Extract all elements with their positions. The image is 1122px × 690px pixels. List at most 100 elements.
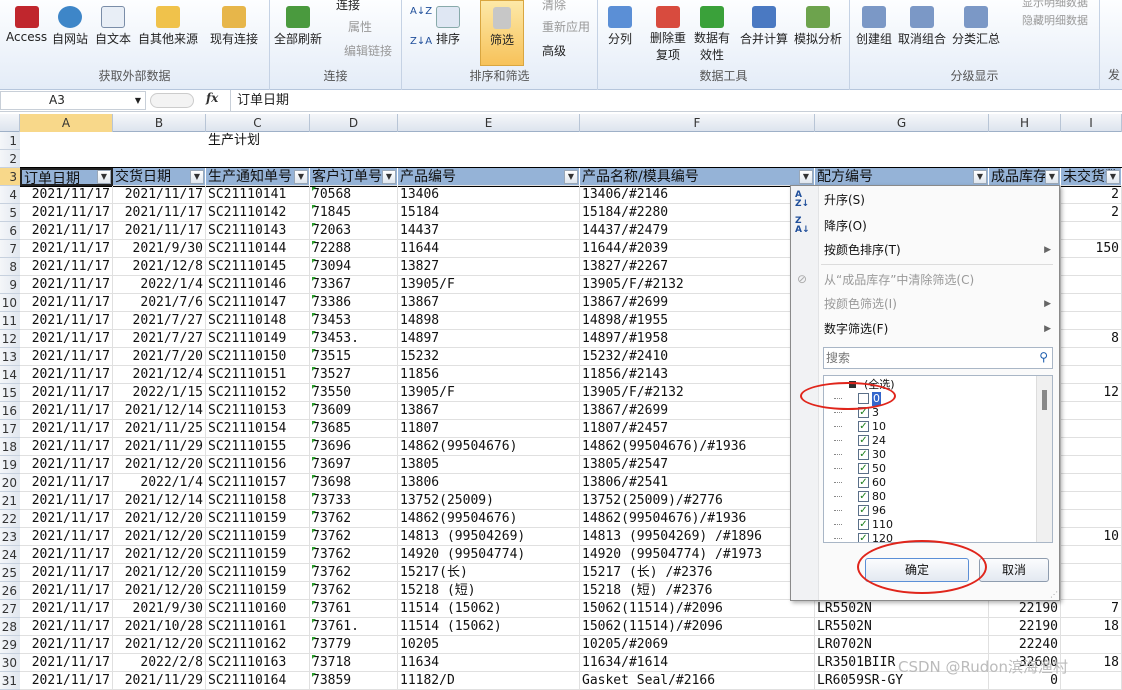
table-cell[interactable]: 11807/#2457	[580, 420, 815, 438]
table-cell[interactable]: 15217(长)	[398, 564, 580, 582]
row-header[interactable]: 9	[0, 276, 20, 294]
access-button[interactable]: Access	[6, 6, 47, 44]
column-header-f[interactable]: F	[580, 114, 815, 132]
refresh-all-button[interactable]: 全部刷新	[274, 6, 322, 47]
scrollbar-thumb[interactable]	[1042, 390, 1047, 410]
row-header[interactable]: 31	[0, 672, 20, 690]
table-cell[interactable]: 2021/11/17	[20, 276, 113, 294]
table-cell[interactable]: SC21110146	[206, 276, 310, 294]
row-header[interactable]: 8	[0, 258, 20, 276]
title-cell[interactable]: 生产计划	[206, 132, 406, 150]
table-cell[interactable]: 2021/11/17	[20, 492, 113, 510]
table-cell[interactable]: 14813 (99504269)	[398, 528, 580, 546]
table-cell[interactable]: 73762	[310, 582, 398, 600]
table-cell[interactable]: 73698	[310, 474, 398, 492]
table-cell[interactable]: 13805	[398, 456, 580, 474]
table-cell[interactable]: 73696	[310, 438, 398, 456]
connections-link[interactable]: 连接	[336, 0, 360, 13]
table-cell[interactable]: 2021/11/25	[113, 420, 206, 438]
ungroup-button[interactable]: 取消组合	[898, 6, 946, 47]
filter-dropdown-icon[interactable]: ▼	[1045, 170, 1059, 184]
table-cell[interactable]: SC21110159	[206, 528, 310, 546]
table-cell[interactable]: 2021/11/17	[20, 204, 113, 222]
table-cell[interactable]: 2021/11/17	[20, 438, 113, 456]
group-button[interactable]: 创建组	[856, 6, 892, 47]
table-cell[interactable]: 13752(25009)	[398, 492, 580, 510]
table-cell[interactable]: SC21110159	[206, 564, 310, 582]
table-cell[interactable]: SC21110159	[206, 546, 310, 564]
filter-value-item[interactable]: ✓ 60	[834, 476, 1044, 490]
table-cell[interactable]: 2	[1061, 204, 1122, 222]
table-cell[interactable]: 10205	[398, 636, 580, 654]
filter-dropdown-icon[interactable]: ▼	[564, 170, 578, 184]
row-header[interactable]: 19	[0, 456, 20, 474]
column-header-g[interactable]: G	[815, 114, 989, 132]
table-cell[interactable]: SC21110150	[206, 348, 310, 366]
table-cell[interactable]: 2021/11/17	[20, 582, 113, 600]
table-cell[interactable]: 15062(11514)/#2096	[580, 618, 815, 636]
table-cell[interactable]: 14862(99504676)/#1936	[580, 510, 815, 528]
filter-value-item[interactable]: ✓ 80	[834, 490, 1044, 504]
filter-value-checkbox[interactable]: ✓	[858, 463, 869, 474]
table-cell[interactable]	[1061, 420, 1122, 438]
table-cell[interactable]: 2021/11/17	[113, 204, 206, 222]
table-cell[interactable]: 13806/#2541	[580, 474, 815, 492]
table-cell[interactable]: 73762	[310, 546, 398, 564]
table-cell[interactable]: 13827	[398, 258, 580, 276]
table-cell[interactable]: 2021/11/17	[113, 222, 206, 240]
table-cell[interactable]	[1061, 276, 1122, 294]
table-cell[interactable]: 13806	[398, 474, 580, 492]
table-cell[interactable]: 2021/11/17	[20, 348, 113, 366]
table-cell[interactable]: 11644	[398, 240, 580, 258]
table-cell[interactable]: SC21110141	[206, 186, 310, 204]
resize-handle[interactable]	[150, 93, 194, 108]
table-cell[interactable]: SC21110147	[206, 294, 310, 312]
row-header[interactable]: 3	[0, 168, 20, 186]
table-cell[interactable]: 73515	[310, 348, 398, 366]
row-header[interactable]: 2	[0, 150, 20, 168]
table-cell[interactable]: 73697	[310, 456, 398, 474]
select-all-corner[interactable]	[0, 114, 20, 132]
table-header-cell[interactable]: 配方编号	[815, 168, 989, 186]
row-header[interactable]: 28	[0, 618, 20, 636]
row-header[interactable]: 12	[0, 330, 20, 348]
table-cell[interactable]: 14898/#1955	[580, 312, 815, 330]
table-cell[interactable]: SC21110161	[206, 618, 310, 636]
table-cell[interactable]: 11856	[398, 366, 580, 384]
table-cell[interactable]: 73762	[310, 510, 398, 528]
table-cell[interactable]: 11644/#2039	[580, 240, 815, 258]
table-cell[interactable]	[1061, 366, 1122, 384]
row-header[interactable]: 16	[0, 402, 20, 420]
search-box[interactable]: ⚲	[823, 347, 1053, 369]
table-cell[interactable]	[1061, 348, 1122, 366]
table-cell[interactable]: 12	[1061, 384, 1122, 402]
table-cell[interactable]: 2022/1/15	[113, 384, 206, 402]
table-cell[interactable]: 73859	[310, 672, 398, 690]
filter-value-item[interactable]: ✓ 50	[834, 462, 1044, 476]
table-cell[interactable]: 2021/11/17	[20, 564, 113, 582]
table-cell[interactable]: 10	[1061, 528, 1122, 546]
row-header[interactable]: 13	[0, 348, 20, 366]
table-cell[interactable]: 73779	[310, 636, 398, 654]
table-cell[interactable]: 2021/11/17	[20, 636, 113, 654]
filter-value-checkbox[interactable]: ✓	[858, 505, 869, 516]
table-cell[interactable]: 2021/12/20	[113, 636, 206, 654]
table-cell[interactable]: 70568	[310, 186, 398, 204]
table-cell[interactable]: 2021/12/8	[113, 258, 206, 276]
clear-filter-item[interactable]: 从“成品库存”中清除筛选(C)	[791, 268, 1059, 292]
table-cell[interactable]: 13905/F/#2132	[580, 384, 815, 402]
table-cell[interactable]: 2021/11/17	[113, 186, 206, 204]
table-cell[interactable]: 22240	[989, 636, 1061, 654]
row-header[interactable]: 30	[0, 654, 20, 672]
table-cell[interactable]	[1061, 258, 1122, 276]
table-cell[interactable]: 2	[1061, 186, 1122, 204]
filter-dropdown-icon[interactable]: ▼	[1106, 170, 1120, 184]
row-header[interactable]: 25	[0, 564, 20, 582]
table-cell[interactable]: 2022/1/4	[113, 276, 206, 294]
row-header[interactable]: 23	[0, 528, 20, 546]
table-cell[interactable]: 2021/11/17	[20, 672, 113, 690]
table-cell[interactable]: 2021/11/17	[20, 258, 113, 276]
table-cell[interactable]	[1061, 294, 1122, 312]
table-cell[interactable]: SC21110164	[206, 672, 310, 690]
table-cell[interactable]: 71845	[310, 204, 398, 222]
